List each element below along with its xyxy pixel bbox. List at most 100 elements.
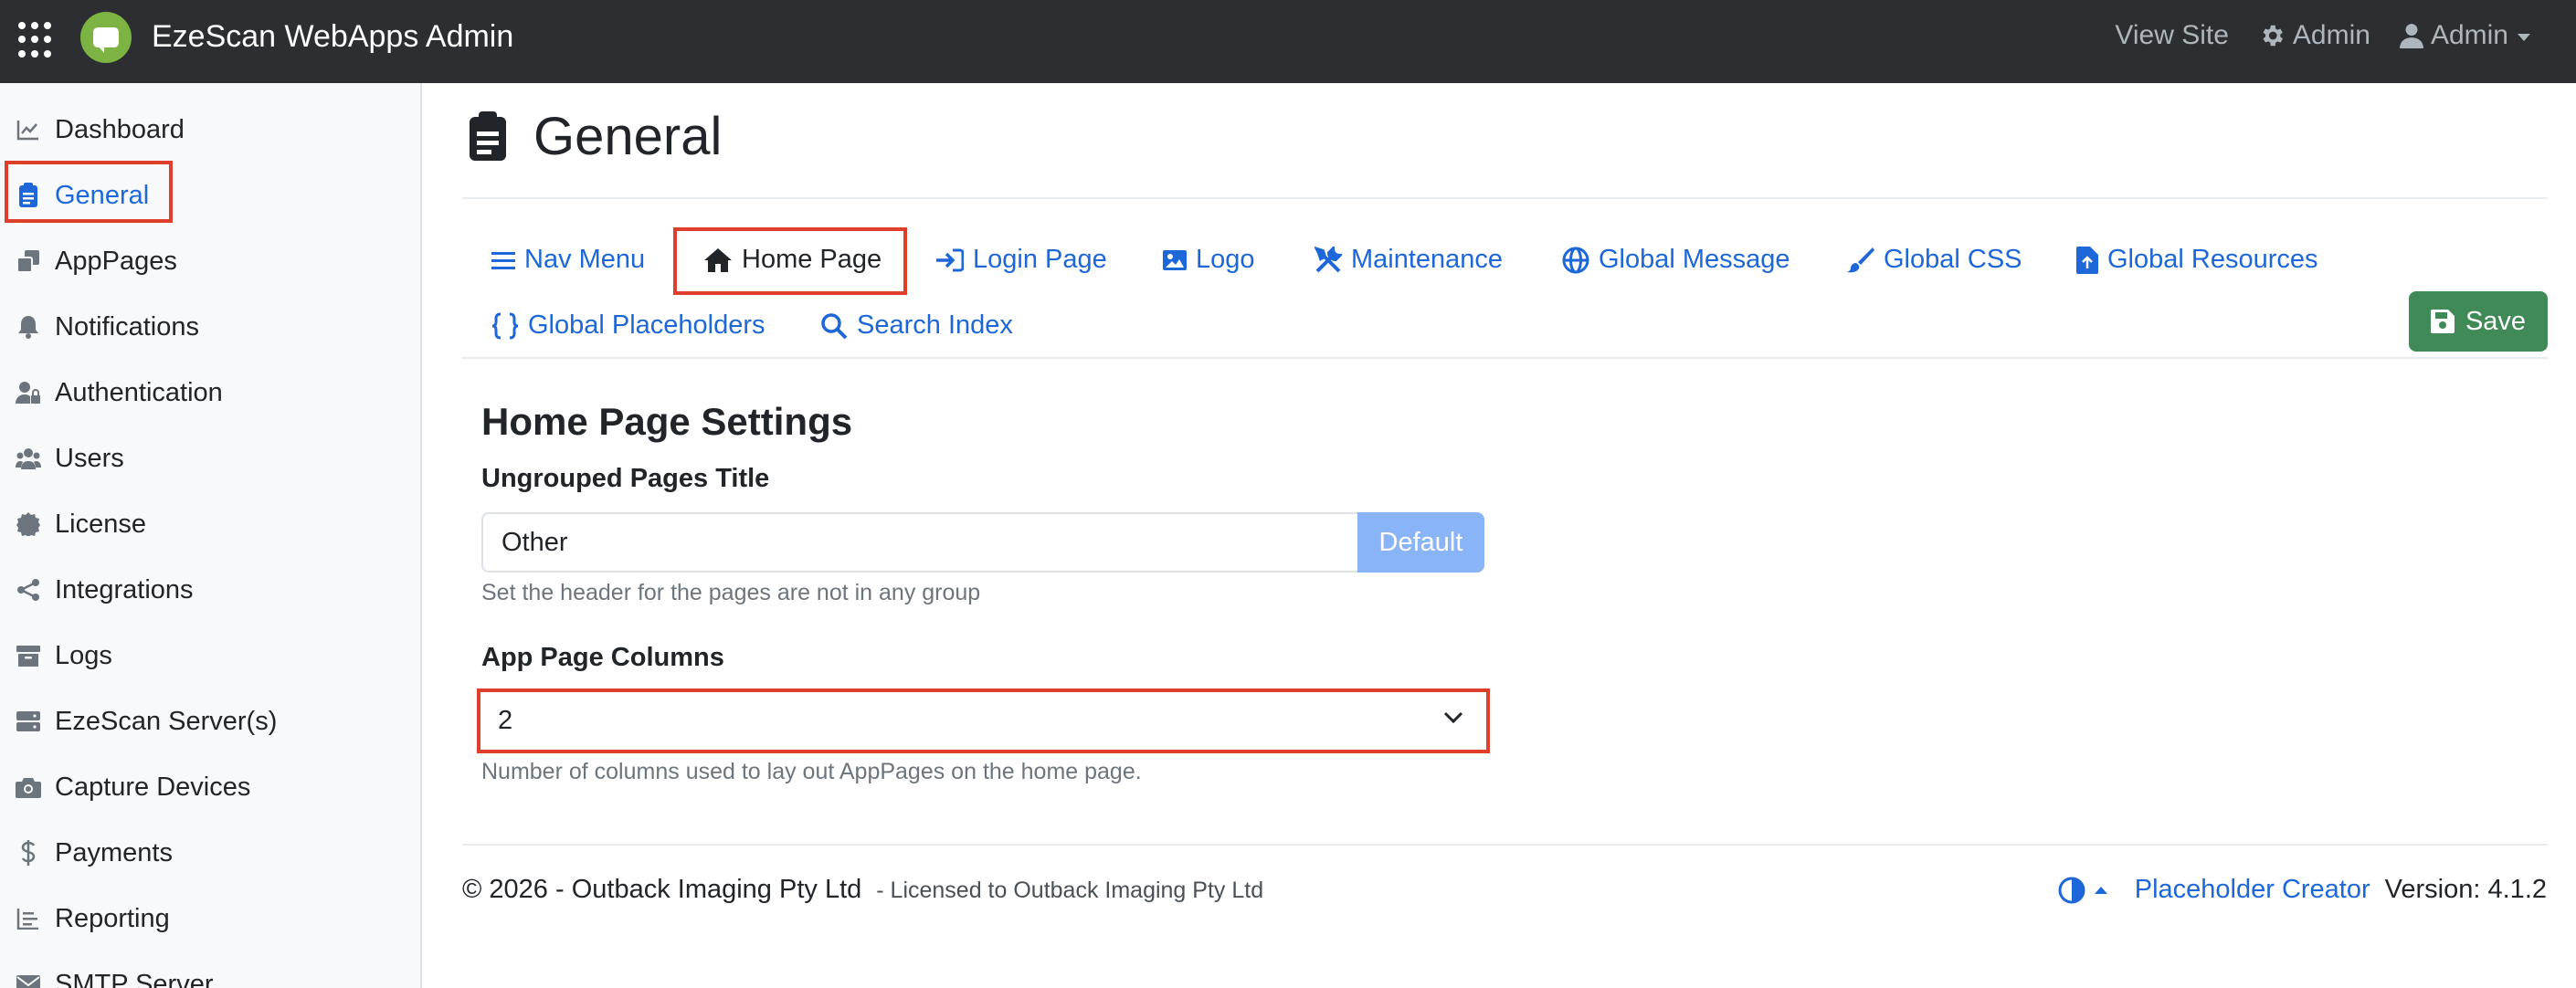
app-page-columns-label: App Page Columns (481, 643, 724, 672)
highlight-box (5, 161, 173, 223)
sidebar-item-users[interactable]: Users (0, 431, 420, 486)
divider (462, 357, 2548, 359)
ungrouped-pages-title-help: Set the header for the pages are not in … (481, 580, 981, 605)
user-icon (2400, 24, 2423, 48)
section-title: Home Page Settings (481, 400, 853, 443)
sidebar-item-reporting[interactable]: Reporting (0, 891, 420, 946)
ungrouped-pages-title-input[interactable] (481, 512, 1357, 573)
search-icon (821, 312, 848, 339)
tab-search-index[interactable]: Search Index (820, 310, 1013, 341)
tab-label: Logo (1196, 245, 1255, 274)
licensed-text: - Licensed to Outback Imaging Pty Ltd (876, 878, 1264, 903)
highlight-box (673, 227, 907, 295)
app-page-columns-select[interactable]: 2 (485, 697, 1482, 745)
sidebar-item-logs[interactable]: Logs (0, 628, 420, 683)
copyright-text: © 2026 - Outback Imaging Pty Ltd (462, 875, 862, 904)
default-button[interactable]: Default (1357, 512, 1484, 573)
view-site-label: View Site (2115, 20, 2229, 50)
file-upload-icon (2076, 246, 2098, 274)
user-menu-label: Admin (2430, 20, 2508, 50)
sidebar-item-label: License (55, 509, 146, 539)
bell-icon (16, 314, 41, 340)
sidebar-item-smtp-server[interactable]: SMTP Server (0, 957, 420, 988)
theme-toggle[interactable] (2058, 877, 2107, 904)
caret-up-icon (2094, 886, 2107, 894)
brush-icon (1847, 247, 1874, 272)
divider (462, 844, 2548, 846)
tab-maintenance[interactable]: Maintenance (1314, 245, 1503, 275)
bars-icon (491, 251, 515, 269)
tab-nav-menu[interactable]: Nav Menu (491, 245, 645, 275)
app-title[interactable]: EzeScan WebApps Admin (152, 19, 513, 55)
tab-global-css[interactable]: Global CSS (1847, 245, 2022, 275)
chart-line-icon (16, 117, 41, 142)
footer-right: Placeholder Creator Version: 4.1.2 (2058, 875, 2547, 905)
gear-icon (2263, 25, 2283, 47)
sidebar-item-label: Reporting (55, 903, 170, 933)
placeholder-creator-link[interactable]: Placeholder Creator (2135, 875, 2370, 905)
sidebar-item-apppages[interactable]: AppPages (0, 234, 420, 289)
sidebar-item-label: Users (55, 443, 124, 473)
tab-logo[interactable]: Logo (1163, 245, 1255, 275)
sidebar-item-payments[interactable]: Payments (0, 825, 420, 880)
sidebar-item-label: AppPages (55, 246, 177, 276)
sidebar-item-integrations[interactable]: Integrations (0, 562, 420, 617)
top-navbar: EzeScan WebApps Admin View Site Admin Ad… (0, 0, 2576, 83)
tab-global-message[interactable]: Global Message (1562, 245, 1790, 275)
user-lock-icon (16, 380, 41, 405)
app-page-columns-help: Number of columns used to lay out AppPag… (481, 759, 1142, 784)
page-title: General (533, 107, 723, 166)
sidebar-item-ezescan-servers[interactable]: EzeScan Server(s) (0, 694, 420, 749)
tab-label: Login Page (973, 245, 1107, 274)
tab-global-placeholders[interactable]: Global Placeholders (491, 310, 765, 341)
server-icon (16, 709, 41, 734)
divider (462, 197, 2548, 199)
sidebar-item-license[interactable]: License (0, 497, 420, 552)
tab-label: Global CSS (1884, 245, 2022, 274)
certificate-icon (16, 511, 41, 537)
sidebar-item-notifications[interactable]: Notifications (0, 300, 420, 354)
tab-label: Nav Menu (524, 245, 646, 274)
tab-label: Search Index (857, 310, 1013, 340)
image-icon (1163, 249, 1187, 270)
ungrouped-pages-title-group: Default (481, 512, 1484, 573)
camera-icon (16, 774, 41, 800)
view-site-link[interactable]: View Site (2115, 20, 2229, 51)
select-value: 2 (498, 706, 513, 735)
sidebar: Dashboard General AppPages Notifications… (0, 83, 422, 988)
sidebar-item-label: Payments (55, 837, 173, 867)
sidebar-item-label: Integrations (55, 574, 194, 604)
top-right-links: View Site Admin Admin (2085, 20, 2530, 51)
footer-copyright: © 2026 - Outback Imaging Pty Ltd - Licen… (462, 875, 1263, 905)
admin-settings-link[interactable]: Admin (2258, 20, 2370, 51)
sidebar-item-capture-devices[interactable]: Capture Devices (0, 760, 420, 815)
page-title-row: General (468, 106, 722, 167)
tab-label: Global Resources (2107, 245, 2318, 274)
brand-logo-icon[interactable] (80, 12, 132, 63)
caret-down-icon (2518, 34, 2530, 41)
ungrouped-pages-title-label: Ungrouped Pages Title (481, 464, 770, 493)
sidebar-item-label: Logs (55, 640, 112, 670)
tools-icon (1314, 246, 1342, 272)
contrast-icon (2058, 877, 2085, 903)
highlight-box: 2 (477, 688, 1490, 753)
list-icon (16, 906, 41, 931)
user-menu-dropdown[interactable]: Admin (2400, 20, 2530, 51)
tab-login-page[interactable]: Login Page (936, 245, 1107, 275)
app-grid-icon[interactable] (18, 22, 55, 58)
save-button[interactable]: Save (2409, 291, 2548, 352)
save-label: Save (2465, 306, 2527, 336)
users-icon (16, 446, 41, 471)
sidebar-item-authentication[interactable]: Authentication (0, 365, 420, 420)
tab-global-resources[interactable]: Global Resources (2076, 245, 2318, 275)
sidebar-item-label: Authentication (55, 377, 223, 407)
tab-label: Global Placeholders (528, 310, 765, 340)
sidebar-item-label: Capture Devices (55, 772, 251, 802)
globe-icon (1562, 247, 1589, 273)
copy-icon (16, 248, 41, 274)
sidebar-item-label: Notifications (55, 311, 199, 342)
sidebar-item-dashboard[interactable]: Dashboard (0, 102, 420, 157)
braces-icon (491, 312, 519, 339)
sidebar-item-label: EzeScan Server(s) (55, 706, 278, 736)
sidebar-item-label: Dashboard (55, 114, 185, 144)
